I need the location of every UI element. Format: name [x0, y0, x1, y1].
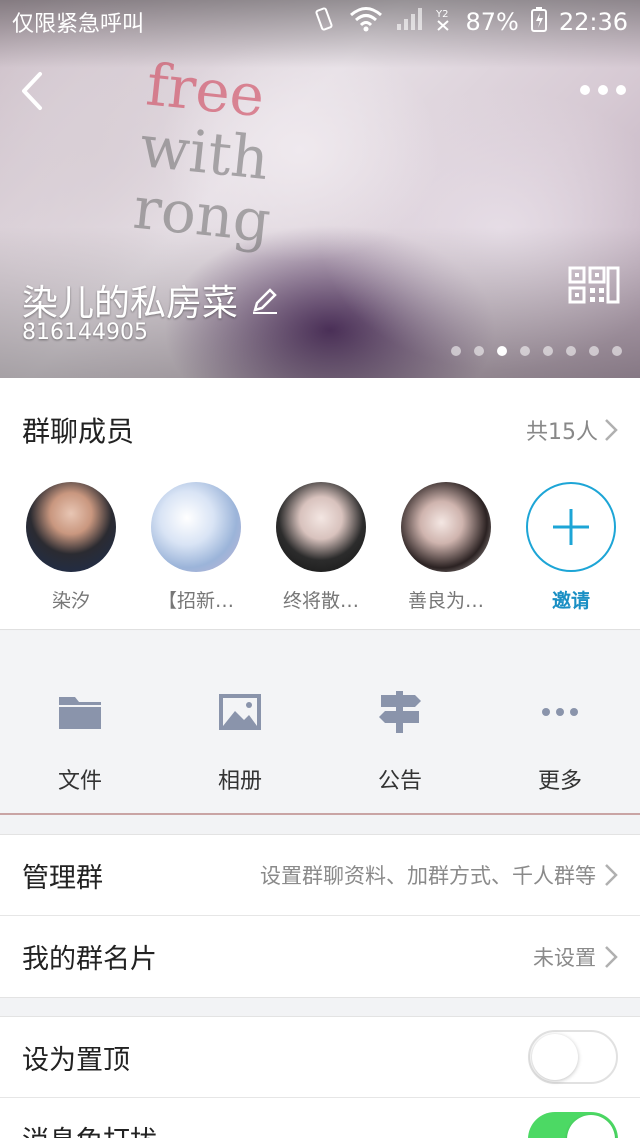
- pin-chat-title: 设为置顶: [22, 1044, 130, 1076]
- signpost-icon: [379, 691, 421, 733]
- more-options-button[interactable]: [580, 70, 626, 110]
- battery-percent: 87%: [465, 8, 519, 36]
- action-notice-label: 公告: [377, 769, 422, 794]
- pin-chat-toggle[interactable]: [528, 1030, 618, 1084]
- cover-page-indicator: [451, 346, 622, 356]
- page-dot: [520, 346, 530, 356]
- mute-title: 消息免打扰: [22, 1119, 528, 1138]
- manage-group-value-text: 设置群聊资料、加群方式、千人群等: [260, 864, 596, 888]
- member-name: 染汐: [51, 590, 90, 612]
- back-button[interactable]: [14, 68, 54, 114]
- mute-toggle[interactable]: [528, 1111, 618, 1138]
- members-count: 共15人: [526, 414, 618, 446]
- qr-code-button[interactable]: [568, 266, 620, 304]
- action-notice[interactable]: 公告: [320, 631, 480, 813]
- member-name: 终将散…: [282, 590, 359, 612]
- member-name: 【招新…: [157, 590, 234, 612]
- plus-icon: [553, 509, 589, 545]
- group-id: 816144905: [22, 320, 148, 345]
- action-album[interactable]: 相册: [160, 631, 320, 813]
- more-dots-icon: [542, 708, 578, 716]
- page-dot: [589, 346, 599, 356]
- page-dot: [497, 346, 507, 356]
- page-dot: [612, 346, 622, 356]
- page-dot: [451, 346, 461, 356]
- action-more[interactable]: 更多: [480, 631, 640, 813]
- avatar: [276, 482, 366, 572]
- svg-text:Y2: Y2: [435, 9, 448, 20]
- chevron-right-icon: [605, 864, 618, 886]
- group-card-value-text: 未设置: [533, 945, 596, 970]
- avatar: [26, 482, 116, 572]
- member-avatar-list: 染汐 【招新… 终将散… 善良为… 邀请: [0, 482, 640, 613]
- group-card-value: 未设置: [533, 942, 618, 972]
- back-arrow-icon: [22, 72, 42, 110]
- member-item[interactable]: 【招新…: [151, 482, 241, 613]
- battery-icon: [530, 6, 547, 38]
- action-files-label: 文件: [57, 769, 102, 794]
- carrier-text: 仅限紧急呼叫: [12, 12, 145, 37]
- more-dot-icon: [580, 85, 590, 95]
- members-header[interactable]: 群聊成员 共15人: [0, 378, 640, 482]
- status-bar: 仅限紧急呼叫 Y2 87% 22:36: [0, 0, 640, 44]
- page-dot: [543, 346, 553, 356]
- members-title: 群聊成员: [22, 415, 135, 448]
- group-card-row[interactable]: 我的群名片 未设置: [0, 916, 640, 997]
- signal-icon: [395, 6, 423, 38]
- avatar: [151, 482, 241, 572]
- invite-circle: [526, 482, 616, 572]
- members-section: 群聊成员 共15人 染汐 【招新… 终将散… 善良为… 邀请: [0, 378, 640, 630]
- page-dot: [474, 346, 484, 356]
- qr-code-icon: [568, 266, 620, 304]
- chat-options-list: 设为置顶 消息免打扰: [0, 1016, 640, 1138]
- invite-label: 邀请: [551, 590, 590, 612]
- group-card-title: 我的群名片: [22, 944, 157, 975]
- group-name[interactable]: 染儿的私房菜: [22, 274, 280, 326]
- edit-pencil-icon[interactable]: [250, 285, 280, 315]
- invite-button[interactable]: 邀请: [526, 482, 616, 613]
- group-settings-list: 管理群 设置群聊资料、加群方式、千人群等 我的群名片 未设置: [0, 834, 640, 998]
- member-item[interactable]: 染汐: [26, 482, 116, 613]
- action-album-label: 相册: [217, 769, 262, 794]
- manage-group-row[interactable]: 管理群 设置群聊资料、加群方式、千人群等: [0, 835, 640, 916]
- mute-row: 消息免打扰: [0, 1098, 640, 1138]
- pin-chat-row: 设为置顶: [0, 1017, 640, 1098]
- member-item[interactable]: 善良为…: [401, 482, 491, 613]
- page-dot: [566, 346, 576, 356]
- member-name: 善良为…: [407, 590, 484, 612]
- vibrate-icon: [311, 6, 337, 38]
- manage-group-title: 管理群: [22, 862, 103, 894]
- chevron-right-icon: [605, 419, 618, 441]
- manage-group-value: 设置群聊资料、加群方式、千人群等: [260, 860, 618, 890]
- member-item[interactable]: 终将散…: [276, 482, 366, 613]
- members-count-text: 共15人: [526, 420, 598, 445]
- quick-actions-bar: 文件 相册 公告 更多: [0, 631, 640, 815]
- avatar: [401, 482, 491, 572]
- group-name-text: 染儿的私房菜: [22, 283, 239, 324]
- action-more-label: 更多: [537, 769, 582, 794]
- action-files[interactable]: 文件: [0, 631, 160, 813]
- sim-icon: Y2: [435, 6, 453, 38]
- clock: 22:36: [558, 8, 628, 36]
- chevron-right-icon: [605, 945, 618, 968]
- image-icon: [219, 694, 261, 730]
- folder-icon: [59, 697, 101, 729]
- wifi-icon: [349, 6, 383, 38]
